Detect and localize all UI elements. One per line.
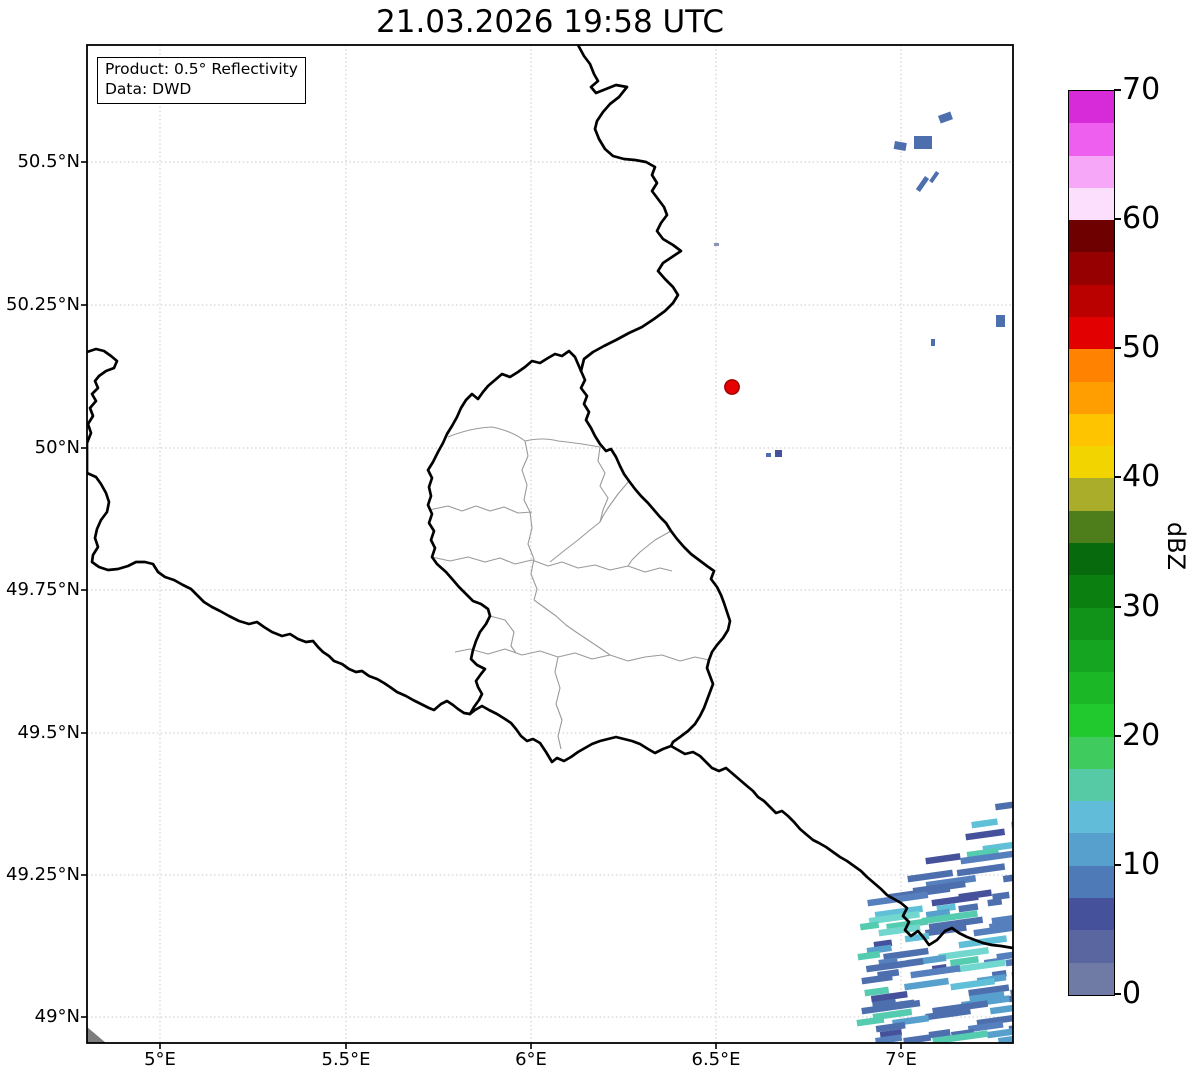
colorbar-tick-label: 50 bbox=[1122, 330, 1161, 366]
colorbar-band bbox=[1069, 542, 1114, 576]
radar-echo-speck bbox=[766, 453, 771, 457]
colorbar-tick-label: 0 bbox=[1122, 976, 1142, 1011]
radar-figure: 21.03.2026 19:58 UTC Product: 0.5° Refle… bbox=[0, 0, 1202, 1081]
colorbar-tick-mark bbox=[1114, 993, 1121, 995]
radar-echo-cell bbox=[1019, 1033, 1052, 1044]
colorbar-tick-label: 70 bbox=[1122, 72, 1161, 107]
lat-tick-label: 49.75°N bbox=[6, 579, 80, 600]
radar-echo-cell bbox=[1014, 963, 1037, 972]
colorbar-band bbox=[1069, 672, 1114, 705]
colorbar-band bbox=[1069, 478, 1114, 511]
radar-echo-cell bbox=[1015, 887, 1064, 900]
radar-echo-speck bbox=[996, 315, 1005, 327]
colorbar-tick-mark bbox=[1114, 476, 1121, 479]
colorbar-band bbox=[1069, 446, 1114, 479]
colorbar-band bbox=[1069, 155, 1114, 188]
lon-tick-label: 5°E bbox=[144, 1049, 176, 1070]
colorbar-unit-label: dBZ bbox=[1162, 521, 1190, 571]
colorbar-band bbox=[1069, 704, 1114, 737]
colorbar-band bbox=[1069, 962, 1114, 995]
colorbar-tick-label: 30 bbox=[1122, 588, 1161, 624]
colorbar-band bbox=[1069, 381, 1114, 414]
lon-tick-label: 6.5°E bbox=[691, 1049, 741, 1070]
colorbar-band bbox=[1069, 898, 1114, 931]
radar-echo-speck bbox=[914, 136, 932, 149]
lat-tick-label: 50.5°N bbox=[17, 151, 80, 172]
colorbar-tick-label: 20 bbox=[1122, 717, 1161, 753]
product-line: Product: 0.5° Reflectivity bbox=[105, 60, 298, 78]
radar-echo-cell bbox=[1010, 818, 1013, 829]
radar-site-marker bbox=[724, 379, 740, 395]
colorbar-band bbox=[1069, 865, 1114, 899]
colorbar-tick-label: 10 bbox=[1122, 846, 1161, 882]
lon-tick-label: 6°E bbox=[515, 1049, 547, 1070]
colorbar-band bbox=[1069, 413, 1114, 447]
colorbar-band bbox=[1069, 930, 1114, 963]
radar-echo-speck bbox=[714, 243, 719, 246]
colorbar-band bbox=[1069, 607, 1114, 640]
colorbar-band bbox=[1069, 220, 1114, 253]
radar-echo-cell bbox=[1015, 994, 1072, 1008]
radar-echo-cell bbox=[1014, 862, 1075, 877]
map-canvas bbox=[81, 44, 1075, 1049]
radar-echo-speck bbox=[931, 339, 935, 346]
colorbar-band bbox=[1069, 252, 1114, 285]
radar-echo-cell bbox=[1011, 966, 1013, 979]
lat-tick-label: 49.25°N bbox=[6, 864, 80, 885]
colorbar-band bbox=[1069, 316, 1114, 350]
colorbar-tick-mark bbox=[1114, 347, 1121, 350]
lon-tick-label: 7°E bbox=[885, 1049, 917, 1070]
colorbar-band bbox=[1069, 833, 1114, 866]
radar-echo-speck bbox=[775, 450, 782, 457]
colorbar-tick-mark bbox=[1114, 605, 1121, 608]
data-source-line: Data: DWD bbox=[105, 79, 192, 98]
colorbar-band bbox=[1069, 284, 1114, 317]
colorbar-band bbox=[1069, 123, 1114, 156]
colorbar-band bbox=[1069, 91, 1114, 124]
colorbar-band bbox=[1069, 575, 1114, 608]
colorbar-tick-mark bbox=[1114, 863, 1121, 866]
colorbar-band bbox=[1069, 736, 1114, 769]
colorbar-tick-mark bbox=[1114, 218, 1121, 221]
lat-tick-label: 50°N bbox=[34, 437, 80, 458]
colorbar-band bbox=[1069, 349, 1114, 382]
colorbar bbox=[1068, 90, 1115, 996]
lon-tick-label: 5.5°E bbox=[321, 1049, 371, 1070]
colorbar-band bbox=[1069, 187, 1114, 221]
lat-tick-label: 49°N bbox=[34, 1006, 80, 1027]
colorbar-tick-mark bbox=[1114, 734, 1121, 737]
marker-layer bbox=[724, 379, 740, 395]
colorbar-band bbox=[1069, 801, 1114, 834]
product-info-box: Product: 0.5° Reflectivity Data: DWD bbox=[97, 57, 306, 104]
colorbar-band bbox=[1069, 768, 1114, 802]
lat-tick-label: 49.5°N bbox=[17, 722, 80, 743]
colorbar-band bbox=[1069, 639, 1114, 673]
colorbar-tick-label: 40 bbox=[1122, 459, 1161, 495]
colorbar-tick-mark bbox=[1114, 89, 1121, 91]
map-plot-area bbox=[87, 45, 1013, 1043]
radar-echo-cell bbox=[1015, 786, 1055, 798]
colorbar-band bbox=[1069, 510, 1114, 543]
colorbar-tick-label: 60 bbox=[1122, 201, 1161, 237]
radar-echo-cell bbox=[1008, 1019, 1013, 1033]
lat-tick-label: 50.25°N bbox=[6, 294, 80, 315]
